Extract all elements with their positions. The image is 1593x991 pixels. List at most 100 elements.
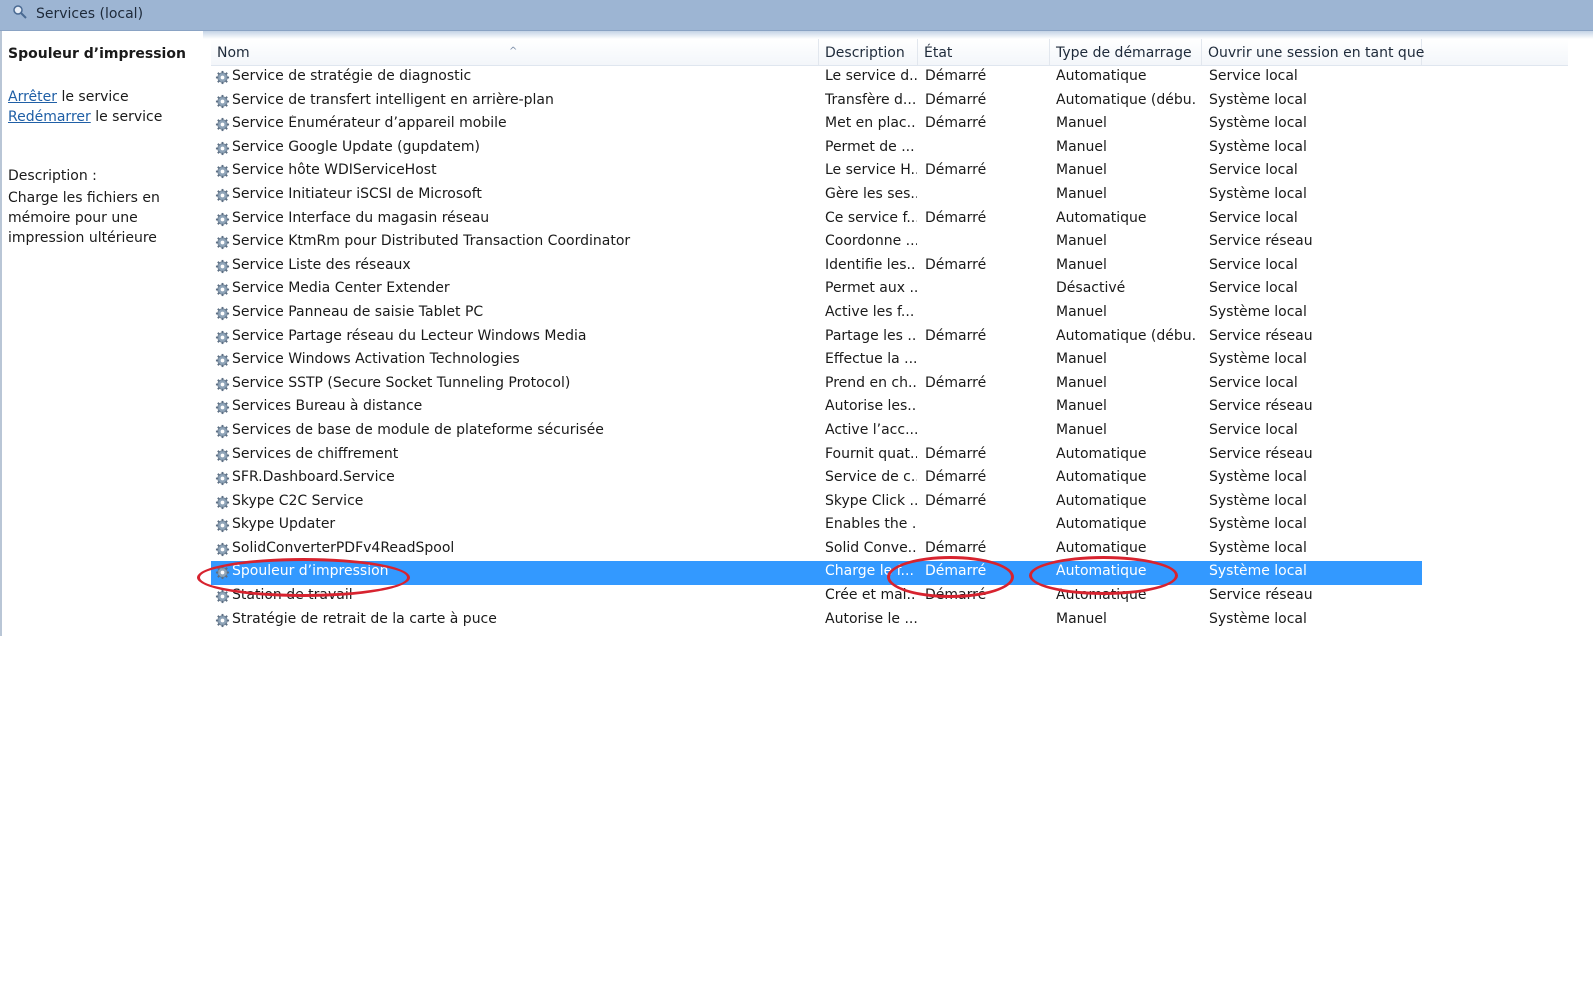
service-name-cell: Services de base de module de plateforme…	[232, 421, 604, 438]
service-name-cell: Stratégie de retrait de la carte à puce	[232, 610, 497, 627]
column-header-logon-as-label: Ouvrir une session en tant que	[1208, 45, 1425, 61]
stop-service-line: Arrêter le service	[8, 89, 129, 105]
table-body: Service de stratégie de diagnostic Le ser…	[211, 66, 1568, 632]
column-header-logon-as[interactable]: Ouvrir une session en tant que	[1202, 39, 1425, 65]
table-row[interactable]: Service de transfert intelligent en arri…	[211, 90, 1568, 114]
service-description-cell: Ce service f...	[825, 209, 917, 226]
service-name-cell: Station de travail	[232, 587, 353, 604]
service-description-cell: Autorise le ...	[825, 610, 917, 627]
service-logon-cell: Service réseau	[1209, 327, 1313, 344]
service-startup-type-cell: Automatique	[1056, 445, 1147, 462]
service-logon-cell: Service local	[1209, 374, 1298, 391]
column-header-name[interactable]: Nom ^	[211, 39, 819, 65]
service-logon-cell: Système local	[1209, 138, 1307, 155]
description-label: Description :	[8, 168, 97, 184]
stop-service-link[interactable]: Arrêter	[8, 89, 57, 105]
service-logon-cell: Système local	[1209, 351, 1307, 368]
service-logon-cell: Service local	[1209, 421, 1298, 438]
service-name-cell: Service de transfert intelligent en arri…	[232, 91, 554, 108]
gear-icon	[215, 282, 230, 297]
service-state-cell: Démarré	[925, 445, 987, 462]
service-description-cell: Partage les ...	[825, 327, 917, 344]
gear-icon	[215, 141, 230, 156]
table-row[interactable]: Services Bureau à distance Autorise les..…	[211, 396, 1568, 420]
gear-icon	[215, 424, 230, 439]
service-state-cell: Démarré	[925, 492, 987, 509]
table-row[interactable]: Service Google Update (gupdatem) Permet d…	[211, 137, 1568, 161]
gear-icon	[215, 188, 230, 203]
column-header-state[interactable]: État	[918, 39, 1050, 65]
service-name-cell: Service Liste des réseaux	[232, 256, 411, 273]
service-description-cell: Permet aux ...	[825, 280, 917, 297]
service-description-cell: Le service H...	[825, 162, 917, 179]
table-row[interactable]: Services de chiffrement Fournit quat... Dé…	[211, 444, 1568, 468]
services-table: Nom ^ Description État Type de démarrage…	[211, 39, 1568, 632]
table-row[interactable]: Service Initiateur iSCSI de Microsoft Gèr…	[211, 184, 1568, 208]
service-startup-type-cell: Manuel	[1056, 398, 1107, 415]
table-row[interactable]: Station de travail Crée et mai... Démarré A…	[211, 585, 1568, 609]
table-row[interactable]: Services de base de module de plateforme…	[211, 420, 1568, 444]
service-description-cell: Prend en ch...	[825, 374, 917, 391]
service-logon-cell: Service local	[1209, 68, 1298, 84]
service-startup-type-cell: Manuel	[1056, 162, 1107, 179]
service-state-cell: Démarré	[925, 68, 987, 84]
table-row[interactable]: Skype Updater Enables the ... Automatique S…	[211, 514, 1568, 538]
table-row[interactable]: Service Panneau de saisie Tablet PC Activ…	[211, 302, 1568, 326]
service-state-cell: Démarré	[925, 162, 987, 179]
service-description-cell: Solid Conve...	[825, 539, 917, 556]
service-name-cell: Service Panneau de saisie Tablet PC	[232, 303, 484, 320]
table-row[interactable]: Spouleur d’impression Charge le f... Démar…	[211, 561, 1422, 586]
table-row[interactable]: Service SSTP (Secure Socket Tunneling Pr…	[211, 373, 1568, 397]
service-startup-type-cell: Automatique	[1056, 492, 1147, 509]
table-row[interactable]: Service Interface du magasin réseau Ce se…	[211, 208, 1568, 232]
service-state-cell: Démarré	[925, 91, 987, 108]
service-startup-type-cell: Automatique (débu...	[1056, 327, 1196, 344]
service-logon-cell: Service réseau	[1209, 233, 1313, 250]
service-description-cell: Active l’acc...	[825, 421, 917, 438]
service-state-cell: Démarré	[925, 374, 987, 391]
table-row[interactable]: SFR.Dashboard.Service Service de c... Déma…	[211, 467, 1568, 491]
table-row[interactable]: Skype C2C Service Skype Click ... Démarré A…	[211, 491, 1568, 515]
column-header-filler	[1422, 39, 1568, 65]
gear-icon	[215, 495, 230, 510]
table-row[interactable]: Service Windows Activation Technologies E…	[211, 349, 1568, 373]
table-row[interactable]: Service KtmRm pour Distributed Transacti…	[211, 231, 1568, 255]
service-state-cell: Démarré	[925, 539, 987, 556]
service-description-cell: Effectue la ...	[825, 351, 917, 368]
gear-icon	[215, 259, 230, 274]
column-header-startup-type[interactable]: Type de démarrage	[1050, 39, 1202, 65]
table-row[interactable]: Service Énumérateur d’appareil mobile Met…	[211, 113, 1568, 137]
table-row[interactable]: SolidConverterPDFv4ReadSpool Solid Conve.…	[211, 538, 1568, 562]
service-description-cell: Le service d...	[825, 68, 917, 84]
gear-icon	[215, 589, 230, 604]
service-logon-cell: Système local	[1209, 469, 1307, 486]
service-description-cell: Service de c...	[825, 469, 917, 486]
table-row[interactable]: Service hôte WDIServiceHost Le service H.…	[211, 160, 1568, 184]
service-startup-type-cell: Manuel	[1056, 115, 1107, 132]
service-state-cell: Démarré	[925, 563, 987, 580]
service-logon-cell: Système local	[1209, 303, 1307, 320]
gear-icon	[215, 400, 230, 415]
service-startup-type-cell: Manuel	[1056, 138, 1107, 155]
table-row[interactable]: Service de stratégie de diagnostic Le ser…	[211, 66, 1568, 90]
service-logon-cell: Système local	[1209, 115, 1307, 132]
description-text: Charge les fichiers en mémoire pour une …	[8, 190, 160, 246]
table-row[interactable]: Service Media Center Extender Permet aux …	[211, 278, 1568, 302]
gear-icon	[215, 518, 230, 533]
service-description-cell: Gère les ses...	[825, 185, 917, 202]
table-row[interactable]: Stratégie de retrait de la carte à puce A…	[211, 609, 1568, 633]
service-startup-type-cell: Automatique	[1056, 469, 1147, 486]
service-name-cell: Service Windows Activation Technologies	[232, 351, 520, 368]
column-header-description[interactable]: Description	[819, 39, 918, 65]
gear-icon	[215, 613, 230, 628]
service-logon-cell: Système local	[1209, 516, 1307, 533]
gear-icon	[215, 471, 230, 486]
table-row[interactable]: Service Liste des réseaux Identifie les..…	[211, 255, 1568, 279]
gear-icon	[215, 117, 230, 132]
table-row[interactable]: Service Partage réseau du Lecteur Window…	[211, 326, 1568, 350]
column-header-description-label: Description	[825, 45, 905, 61]
services-magnifier-icon	[13, 5, 27, 19]
restart-service-link[interactable]: Redémarrer	[8, 109, 91, 125]
window-titlebar: Services (local)	[0, 0, 1593, 31]
service-name-cell: Service SSTP (Secure Socket Tunneling Pr…	[232, 374, 571, 391]
